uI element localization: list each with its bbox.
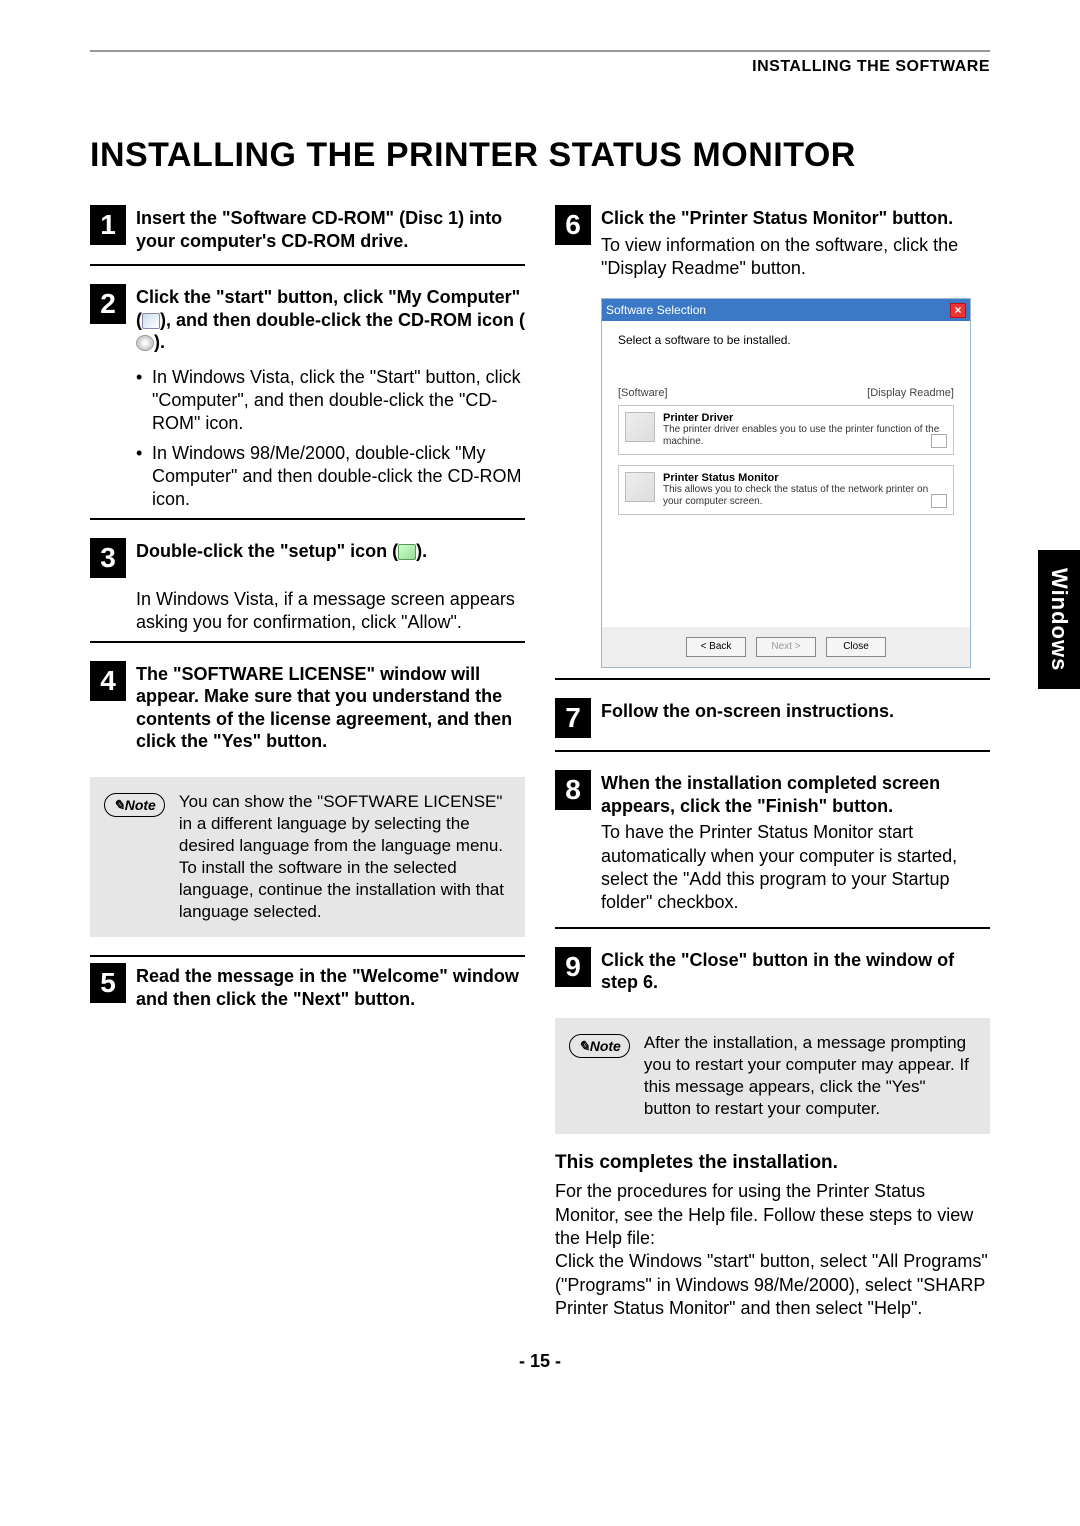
close-button[interactable]: Close — [826, 637, 886, 657]
step-number-2: 2 — [90, 284, 126, 324]
note-box-2: ✎Note After the installation, a message … — [555, 1018, 990, 1134]
step-1: 1 Insert the "Software CD-ROM" (Disc 1) … — [90, 205, 525, 266]
step-title-6: Click the "Printer Status Monitor" butto… — [601, 205, 990, 230]
step-number-7: 7 — [555, 698, 591, 738]
step-number-3: 3 — [90, 538, 126, 578]
step-body-3: In Windows Vista, if a message screen ap… — [136, 588, 525, 635]
dialog-title: Software Selection — [606, 303, 706, 317]
my-computer-icon — [142, 313, 160, 329]
step-title-7: Follow the on-screen instructions. — [601, 698, 894, 723]
step-title-2: Click the "start" button, click "My Comp… — [136, 284, 525, 354]
page-title: INSTALLING THE PRINTER STATUS MONITOR — [90, 136, 990, 175]
printer-status-monitor-icon — [625, 472, 655, 502]
step-body-8: To have the Printer Status Monitor start… — [601, 821, 990, 915]
left-column: 1 Insert the "Software CD-ROM" (Disc 1) … — [90, 205, 525, 1321]
readme-icon[interactable] — [931, 494, 947, 508]
step-7: 7 Follow the on-screen instructions. — [555, 698, 990, 752]
step-body-6: To view information on the software, cli… — [601, 234, 990, 281]
note-text-2: After the installation, a message prompt… — [644, 1032, 976, 1120]
step-number-8: 8 — [555, 770, 591, 810]
step-3: 3 Double-click the "setup" icon (). In W… — [90, 538, 525, 643]
setup-icon — [398, 544, 416, 560]
printer-status-monitor-desc: This allows you to check the status of t… — [663, 484, 947, 508]
step-divider — [90, 641, 525, 643]
dialog-instruction: Select a software to be installed. — [618, 333, 954, 347]
cdrom-icon — [136, 335, 154, 351]
step-2-bullet-1: In Windows Vista, click the "Start" butt… — [136, 366, 525, 436]
printer-status-monitor-title: Printer Status Monitor — [663, 472, 947, 484]
step-number-5: 5 — [90, 963, 126, 1003]
printer-driver-desc: The printer driver enables you to use th… — [663, 424, 947, 448]
dialog-titlebar: Software Selection × — [602, 299, 970, 321]
step-divider — [555, 750, 990, 752]
step-divider — [90, 955, 525, 957]
column-readme-label: [Display Readme] — [867, 387, 954, 399]
section-header: INSTALLING THE SOFTWARE — [90, 58, 990, 76]
close-icon[interactable]: × — [950, 303, 966, 318]
step-9: 9 Click the "Close" button in the window… — [555, 947, 990, 1000]
step-divider — [90, 518, 525, 520]
readme-icon[interactable] — [931, 434, 947, 448]
page-number: - 15 - — [90, 1351, 990, 1372]
completion-text-1: For the procedures for using the Printer… — [555, 1180, 990, 1250]
step-2-bullet-2: In Windows 98/Me/2000, double-click "My … — [136, 442, 525, 512]
step-title-3a: Double-click the "setup" icon ( — [136, 541, 398, 561]
step-5: 5 Read the message in the "Welcome" wind… — [90, 955, 525, 1016]
step-title-9: Click the "Close" button in the window o… — [601, 947, 990, 994]
column-software-label: [Software] — [618, 387, 668, 399]
back-button[interactable]: < Back — [686, 637, 746, 657]
step-number-6: 6 — [555, 205, 591, 245]
step-number-1: 1 — [90, 205, 126, 245]
step-8: 8 When the installation completed screen… — [555, 770, 990, 929]
note-badge: ✎Note — [569, 1034, 630, 1058]
step-6: 6 Click the "Printer Status Monitor" but… — [555, 205, 990, 680]
printer-status-monitor-button[interactable]: Printer Status Monitor This allows you t… — [618, 465, 954, 515]
step-title-4: The "SOFTWARE LICENSE" window will appea… — [136, 661, 525, 753]
step-divider — [90, 264, 525, 266]
top-divider — [90, 50, 990, 52]
completion-text-2: Click the Windows "start" button, select… — [555, 1250, 990, 1320]
side-tab-windows: Windows — [1038, 550, 1080, 689]
software-selection-dialog: Software Selection × Select a software t… — [601, 298, 971, 668]
step-title-2c: ). — [154, 332, 165, 352]
step-number-9: 9 — [555, 947, 591, 987]
step-2: 2 Click the "start" button, click "My Co… — [90, 284, 525, 520]
note-box-1: ✎Note You can show the "SOFTWARE LICENSE… — [90, 777, 525, 938]
note-text-1: You can show the "SOFTWARE LICENSE" in a… — [179, 791, 511, 924]
step-title-8: When the installation completed screen a… — [601, 770, 990, 817]
step-divider — [555, 678, 990, 680]
step-body-2: In Windows Vista, click the "Start" butt… — [136, 366, 525, 512]
next-button[interactable]: Next > — [756, 637, 816, 657]
printer-driver-icon — [625, 412, 655, 442]
step-title-3b: ). — [416, 541, 427, 561]
step-divider — [555, 927, 990, 929]
step-title-5: Read the message in the "Welcome" window… — [136, 963, 525, 1010]
note-badge: ✎Note — [104, 793, 165, 817]
step-number-4: 4 — [90, 661, 126, 701]
step-title-1: Insert the "Software CD-ROM" (Disc 1) in… — [136, 205, 525, 252]
completion-heading: This completes the installation. — [555, 1152, 990, 1174]
printer-driver-button[interactable]: Printer Driver The printer driver enable… — [618, 405, 954, 455]
step-title-2b: ), and then double-click the CD-ROM icon… — [160, 310, 525, 330]
step-title-3: Double-click the "setup" icon (). — [136, 538, 427, 563]
right-column: 6 Click the "Printer Status Monitor" but… — [555, 205, 990, 1321]
step-4: 4 The "SOFTWARE LICENSE" window will app… — [90, 661, 525, 759]
printer-driver-title: Printer Driver — [663, 412, 947, 424]
